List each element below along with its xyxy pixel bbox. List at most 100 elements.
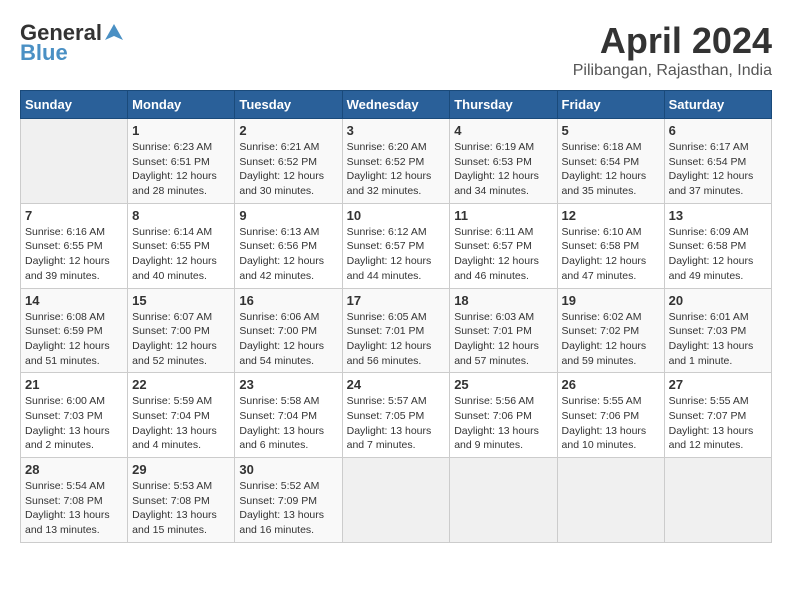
day-number: 15: [132, 293, 230, 308]
day-number: 8: [132, 208, 230, 223]
calendar-table: SundayMondayTuesdayWednesdayThursdayFrid…: [20, 90, 772, 543]
calendar-cell: 4Sunrise: 6:19 AM Sunset: 6:53 PM Daylig…: [450, 119, 557, 204]
calendar-cell: 19Sunrise: 6:02 AM Sunset: 7:02 PM Dayli…: [557, 288, 664, 373]
day-number: 6: [669, 123, 767, 138]
calendar-cell: 3Sunrise: 6:20 AM Sunset: 6:52 PM Daylig…: [342, 119, 450, 204]
day-number: 20: [669, 293, 767, 308]
calendar-cell: [450, 458, 557, 543]
calendar-cell: 14Sunrise: 6:08 AM Sunset: 6:59 PM Dayli…: [21, 288, 128, 373]
calendar-cell: [664, 458, 771, 543]
day-info: Sunrise: 6:00 AM Sunset: 7:03 PM Dayligh…: [25, 394, 123, 453]
calendar-cell: 9 Sunrise: 6:13 AM Sunset: 6:56 PM Daylig…: [235, 203, 342, 288]
calendar-header-wednesday: Wednesday: [342, 91, 450, 119]
calendar-cell: 6 Sunrise: 6:17 AM Sunset: 6:54 PM Daylig…: [664, 119, 771, 204]
day-number: 16: [239, 293, 337, 308]
day-info: Sunrise: 5:56 AM Sunset: 7:06 PM Dayligh…: [454, 394, 552, 453]
day-info: Sunrise: 6:01 AM Sunset: 7:03 PM Dayligh…: [669, 310, 767, 369]
calendar-cell: 30 Sunrise: 5:52 AM Sunset: 7:09 PM Dayli…: [235, 458, 342, 543]
calendar-cell: 10 Sunrise: 6:12 AM Sunset: 6:57 PM Dayli…: [342, 203, 450, 288]
calendar-cell: 11 Sunrise: 6:11 AM Sunset: 6:57 PM Dayli…: [450, 203, 557, 288]
calendar-week-row: 28 Sunrise: 5:54 AM Sunset: 7:08 PM Dayli…: [21, 458, 772, 543]
day-number: 5: [562, 123, 660, 138]
calendar-cell: [557, 458, 664, 543]
calendar-cell: 13 Sunrise: 6:09 AM Sunset: 6:58 PM Dayli…: [664, 203, 771, 288]
calendar-title: April 2024: [573, 20, 772, 62]
day-info: Sunrise: 6:16 AM Sunset: 6:55 PM Dayligh…: [25, 225, 123, 284]
calendar-cell: [342, 458, 450, 543]
day-number: 3: [347, 123, 446, 138]
day-number: 21: [25, 377, 123, 392]
calendar-header-monday: Monday: [128, 91, 235, 119]
calendar-cell: 27 Sunrise: 5:55 AM Sunset: 7:07 PM Dayli…: [664, 373, 771, 458]
day-number: 10: [347, 208, 446, 223]
day-info: Sunrise: 5:54 AM Sunset: 7:08 PM Dayligh…: [25, 479, 123, 538]
day-number: 22: [132, 377, 230, 392]
day-info: Sunrise: 6:08 AM Sunset: 6:59 PM Dayligh…: [25, 310, 123, 369]
day-number: 11: [454, 208, 552, 223]
calendar-cell: 8 Sunrise: 6:14 AM Sunset: 6:55 PM Daylig…: [128, 203, 235, 288]
day-number: 28: [25, 462, 123, 477]
day-info: Sunrise: 6:10 AM Sunset: 6:58 PM Dayligh…: [562, 225, 660, 284]
calendar-cell: 1 Sunrise: 6:23 AM Sunset: 6:51 PM Daylig…: [128, 119, 235, 204]
day-info: Sunrise: 6:18 AM Sunset: 6:54 PM Dayligh…: [562, 140, 660, 199]
day-number: 27: [669, 377, 767, 392]
calendar-cell: 20 Sunrise: 6:01 AM Sunset: 7:03 PM Dayli…: [664, 288, 771, 373]
day-number: 1: [132, 123, 230, 138]
calendar-header-row: SundayMondayTuesdayWednesdayThursdayFrid…: [21, 91, 772, 119]
calendar-cell: 5 Sunrise: 6:18 AM Sunset: 6:54 PM Daylig…: [557, 119, 664, 204]
calendar-week-row: 1 Sunrise: 6:23 AM Sunset: 6:51 PM Daylig…: [21, 119, 772, 204]
day-number: 9: [239, 208, 337, 223]
day-info: Sunrise: 6:09 AM Sunset: 6:58 PM Dayligh…: [669, 225, 767, 284]
page-header: General Blue April 2024 Pilibangan, Raja…: [20, 20, 772, 80]
day-info: Sunrise: 6:23 AM Sunset: 6:51 PM Dayligh…: [132, 140, 230, 199]
calendar-cell: 29Sunrise: 5:53 AM Sunset: 7:08 PM Dayli…: [128, 458, 235, 543]
calendar-header-thursday: Thursday: [450, 91, 557, 119]
day-number: 2: [239, 123, 337, 138]
calendar-cell: [21, 119, 128, 204]
calendar-cell: 7 Sunrise: 6:16 AM Sunset: 6:55 PM Daylig…: [21, 203, 128, 288]
day-number: 30: [239, 462, 337, 477]
day-info: Sunrise: 6:19 AM Sunset: 6:53 PM Dayligh…: [454, 140, 552, 199]
day-info: Sunrise: 6:12 AM Sunset: 6:57 PM Dayligh…: [347, 225, 446, 284]
day-number: 26: [562, 377, 660, 392]
calendar-cell: 2 Sunrise: 6:21 AM Sunset: 6:52 PM Daylig…: [235, 119, 342, 204]
calendar-cell: 21 Sunrise: 6:00 AM Sunset: 7:03 PM Dayli…: [21, 373, 128, 458]
day-info: Sunrise: 6:11 AM Sunset: 6:57 PM Dayligh…: [454, 225, 552, 284]
calendar-cell: 26 Sunrise: 5:55 AM Sunset: 7:06 PM Dayli…: [557, 373, 664, 458]
day-number: 25: [454, 377, 552, 392]
calendar-header-sunday: Sunday: [21, 91, 128, 119]
day-info: Sunrise: 6:17 AM Sunset: 6:54 PM Dayligh…: [669, 140, 767, 199]
day-info: Sunrise: 6:03 AM Sunset: 7:01 PM Dayligh…: [454, 310, 552, 369]
day-info: Sunrise: 5:52 AM Sunset: 7:09 PM Dayligh…: [239, 479, 337, 538]
day-info: Sunrise: 5:58 AM Sunset: 7:04 PM Dayligh…: [239, 394, 337, 453]
calendar-subtitle: Pilibangan, Rajasthan, India: [573, 62, 772, 80]
day-info: Sunrise: 6:02 AM Sunset: 7:02 PM Dayligh…: [562, 310, 660, 369]
day-info: Sunrise: 5:55 AM Sunset: 7:07 PM Dayligh…: [669, 394, 767, 453]
day-number: 12: [562, 208, 660, 223]
day-number: 23: [239, 377, 337, 392]
calendar-cell: 23 Sunrise: 5:58 AM Sunset: 7:04 PM Dayli…: [235, 373, 342, 458]
logo-icon: [103, 22, 125, 44]
day-number: 17: [347, 293, 446, 308]
day-number: 13: [669, 208, 767, 223]
calendar-week-row: 14Sunrise: 6:08 AM Sunset: 6:59 PM Dayli…: [21, 288, 772, 373]
day-info: Sunrise: 6:07 AM Sunset: 7:00 PM Dayligh…: [132, 310, 230, 369]
day-info: Sunrise: 6:05 AM Sunset: 7:01 PM Dayligh…: [347, 310, 446, 369]
day-info: Sunrise: 6:13 AM Sunset: 6:56 PM Dayligh…: [239, 225, 337, 284]
title-block: April 2024 Pilibangan, Rajasthan, India: [573, 20, 772, 80]
day-number: 29: [132, 462, 230, 477]
calendar-header-friday: Friday: [557, 91, 664, 119]
calendar-cell: 28 Sunrise: 5:54 AM Sunset: 7:08 PM Dayli…: [21, 458, 128, 543]
day-info: Sunrise: 6:21 AM Sunset: 6:52 PM Dayligh…: [239, 140, 337, 199]
calendar-cell: 17 Sunrise: 6:05 AM Sunset: 7:01 PM Dayli…: [342, 288, 450, 373]
day-number: 7: [25, 208, 123, 223]
calendar-cell: 18Sunrise: 6:03 AM Sunset: 7:01 PM Dayli…: [450, 288, 557, 373]
day-info: Sunrise: 5:55 AM Sunset: 7:06 PM Dayligh…: [562, 394, 660, 453]
day-info: Sunrise: 6:06 AM Sunset: 7:00 PM Dayligh…: [239, 310, 337, 369]
day-number: 24: [347, 377, 446, 392]
calendar-cell: 15 Sunrise: 6:07 AM Sunset: 7:00 PM Dayli…: [128, 288, 235, 373]
calendar-header-tuesday: Tuesday: [235, 91, 342, 119]
day-info: Sunrise: 5:57 AM Sunset: 7:05 PM Dayligh…: [347, 394, 446, 453]
calendar-week-row: 21 Sunrise: 6:00 AM Sunset: 7:03 PM Dayli…: [21, 373, 772, 458]
day-info: Sunrise: 6:14 AM Sunset: 6:55 PM Dayligh…: [132, 225, 230, 284]
